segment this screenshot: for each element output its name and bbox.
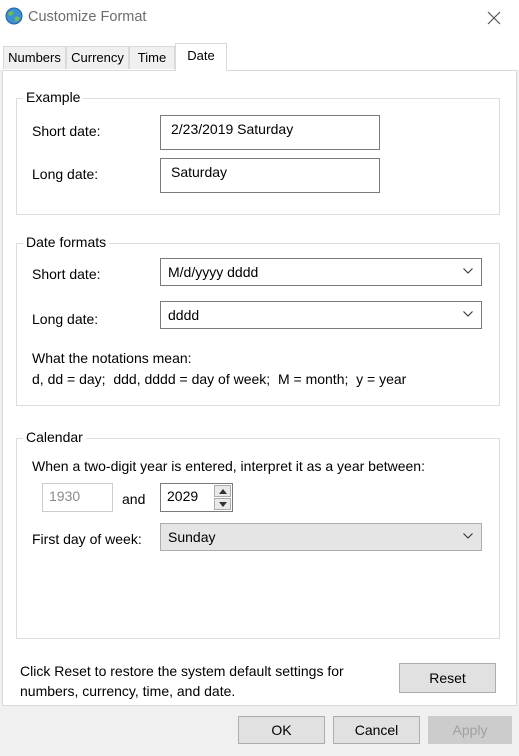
example-short-date-label: Short date: [32, 123, 101, 139]
spin-up-button[interactable] [214, 485, 231, 497]
year-to-value: 2029 [167, 488, 199, 504]
short-date-format-combo[interactable]: M/d/yyyy dddd [160, 258, 482, 286]
cancel-button[interactable]: Cancel [333, 716, 420, 744]
calendar-legend: Calendar [23, 429, 86, 445]
ok-button[interactable]: OK [238, 716, 325, 744]
first-day-label: First day of week: [32, 531, 142, 547]
title-bar: Customize Format [0, 0, 519, 36]
tab-time[interactable]: Time [129, 46, 175, 69]
calendar-group: Calendar When a two-digit year is entere… [16, 429, 500, 639]
chevron-down-icon [463, 311, 473, 317]
year-spin-buttons [214, 485, 231, 510]
short-date-format-value: M/d/yyyy dddd [168, 264, 259, 280]
reset-description: Click Reset to restore the system defaul… [20, 663, 344, 699]
example-long-date-label: Long date: [32, 166, 99, 182]
year-from-field: 1930 [42, 483, 113, 512]
short-date-format-label: Short date: [32, 266, 101, 282]
notations-title: What the notations mean: [32, 350, 192, 366]
spin-down-button[interactable] [214, 498, 231, 510]
close-button[interactable] [473, 0, 519, 36]
close-icon [487, 11, 501, 25]
long-date-format-label: Long date: [32, 311, 99, 327]
example-legend: Example [23, 89, 84, 105]
globe-icon [5, 7, 23, 25]
notations-text: d, dd = day; ddd, dddd = day of week; M … [32, 371, 407, 387]
tab-numbers[interactable]: Numbers [3, 46, 66, 69]
first-day-of-week-combo[interactable]: Sunday [160, 523, 482, 551]
tab-currency[interactable]: Currency [66, 46, 129, 69]
and-label: and [122, 491, 146, 507]
reset-button[interactable]: Reset [399, 663, 496, 693]
date-formats-legend: Date formats [23, 234, 110, 250]
two-digit-year-text: When a two-digit year is entered, interp… [32, 458, 425, 474]
long-date-format-value: dddd [168, 307, 200, 323]
date-tab-panel: Example Short date: 2/23/2019 Saturday L… [2, 70, 517, 706]
example-short-date-field[interactable]: 2/23/2019 Saturday [160, 115, 380, 150]
first-day-value: Sunday [168, 529, 216, 545]
long-date-format-combo[interactable]: dddd [160, 301, 482, 329]
date-formats-group: Date formats Short date: M/d/yyyy dddd L… [16, 234, 500, 406]
window-title: Customize Format [28, 9, 147, 25]
arrow-up-icon [219, 489, 227, 494]
chevron-down-icon [463, 533, 473, 539]
chevron-down-icon [463, 268, 473, 274]
tab-date[interactable]: Date [175, 43, 227, 71]
year-to-spinner[interactable]: 2029 [160, 483, 233, 512]
example-group: Example Short date: 2/23/2019 Saturday L… [16, 89, 500, 215]
example-long-date-field[interactable]: Saturday [160, 158, 380, 193]
apply-button[interactable]: Apply [428, 716, 512, 744]
arrow-down-icon [219, 502, 227, 507]
